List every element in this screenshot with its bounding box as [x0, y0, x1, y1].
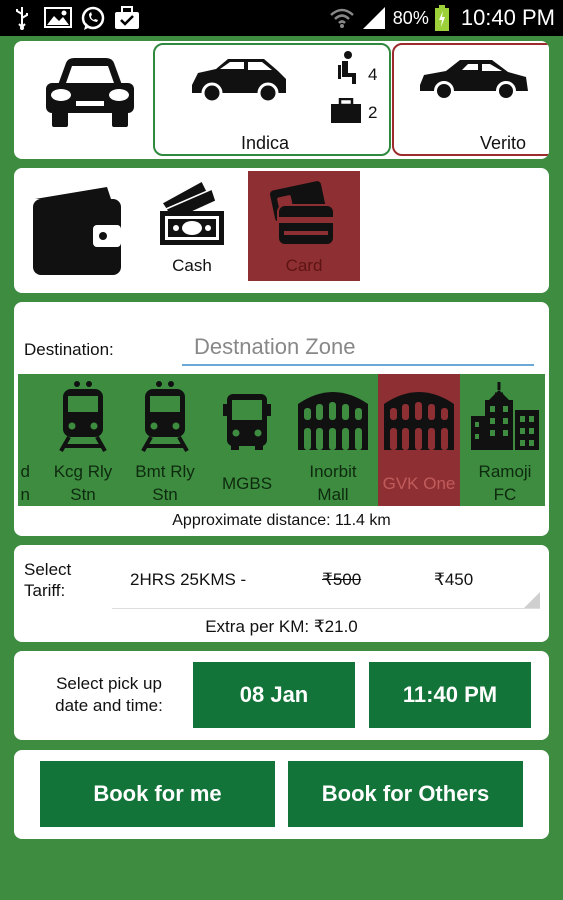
dropdown-corner-icon [524, 592, 540, 608]
car-front-icon [46, 58, 134, 127]
tariff-spinner[interactable]: 2HRS 25KMS - ₹500 ₹450 [112, 555, 540, 609]
battery-icon [434, 5, 449, 31]
whatsapp-icon [81, 6, 105, 30]
bus-icon [223, 394, 271, 450]
zone-item-ramoji-fc[interactable]: Ramoji FC [464, 374, 545, 506]
zone-label: MGBS [221, 474, 273, 493]
destination-zone-input[interactable] [182, 330, 534, 366]
zone-carousel[interactable]: d n Kcg Rly Stn Bmt Rly Stn MGBS Inorbit… [18, 374, 545, 506]
train-icon [59, 381, 107, 452]
tariff-old-price: ₹500 [322, 570, 362, 589]
train-icon [141, 381, 189, 452]
vehicle-label-indica: Indica [241, 133, 290, 153]
vehicle-option-verito[interactable]: Verito [392, 43, 549, 156]
zone-item-partial[interactable]: d n [18, 374, 30, 506]
zone-label: d n [20, 462, 30, 504]
payment-label-cash: Cash [172, 256, 212, 275]
wallet-icon [33, 187, 121, 275]
battery-percent: 80% [392, 7, 429, 28]
payment-label-card: Card [285, 256, 323, 275]
payment-option-card[interactable]: Card [248, 171, 360, 281]
seat-count: 4 [368, 65, 378, 84]
card-icon [270, 181, 335, 246]
payment-card: Cash Card [14, 168, 549, 293]
vehicle-card: 4 2 Indica Verito [14, 41, 549, 159]
vehicle-option-indica[interactable]: 4 2 Indica [153, 43, 391, 156]
image-icon [44, 7, 72, 28]
status-time: 10:40 PM [460, 5, 555, 30]
zone-item-kcg-rly-stn[interactable]: Kcg Rly Stn [42, 374, 124, 506]
zone-label: Bmt Rly Stn [135, 462, 195, 504]
zone-label: Ramoji FC [478, 462, 532, 504]
zone-item-inorbit-mall[interactable]: Inorbit Mall [292, 374, 374, 506]
tariff-new-price: ₹450 [434, 570, 474, 589]
zone-item-gvk-one[interactable]: GVK One [378, 374, 460, 506]
bag-count: 2 [368, 103, 378, 122]
destination-card: Destination: d n Kcg Rly Stn B [14, 302, 549, 536]
tariff-card: Select Tariff: 2HRS 25KMS - ₹500 ₹450 Ex… [14, 545, 549, 642]
tariff-label: Select Tariff: [24, 560, 72, 600]
extra-per-km: Extra per KM: ₹21.0 [205, 617, 358, 636]
zone-item-bmt-rly-stn[interactable]: Bmt Rly Stn [124, 374, 206, 506]
destination-label: Destination: [24, 340, 114, 359]
pickup-label: Select pick up date and time: [55, 674, 163, 715]
seat-passenger-icon [338, 51, 356, 84]
zone-label: Inorbit Mall [309, 462, 357, 504]
wifi-icon [329, 8, 354, 28]
usb-icon [16, 7, 28, 30]
vehicle-label-verito: Verito [480, 133, 527, 153]
hatchback-car-icon [192, 59, 286, 103]
briefcase-icon [115, 6, 139, 29]
cash-icon [160, 179, 224, 245]
colosseum-icon [384, 392, 454, 450]
signal-icon [362, 7, 385, 29]
book-for-me-button[interactable]: Book for me [40, 761, 275, 827]
pickup-time-button[interactable]: 11:40 PM [369, 662, 531, 728]
approx-distance: Approximate distance: 11.4 km [172, 512, 391, 529]
pickup-card: Select pick up date and time: 08 Jan 11:… [14, 651, 549, 740]
payment-option-cash[interactable]: Cash [136, 171, 248, 281]
zone-item-mgbs[interactable]: MGBS [206, 374, 288, 506]
luggage-icon [331, 98, 361, 123]
book-for-others-button[interactable]: Book for Others [288, 761, 523, 827]
colosseum-icon [298, 392, 368, 450]
booking-card: Book for me Book for Others [14, 750, 549, 839]
zone-label: Kcg Rly Stn [53, 462, 113, 504]
zone-label: GVK One [382, 474, 456, 493]
buildings-icon [471, 382, 539, 450]
pickup-date-button[interactable]: 08 Jan [193, 662, 355, 728]
status-bar: 80% 10:40 PM [0, 0, 563, 36]
tariff-name: 2HRS 25KMS - [130, 570, 247, 589]
sedan-car-icon [420, 60, 528, 101]
